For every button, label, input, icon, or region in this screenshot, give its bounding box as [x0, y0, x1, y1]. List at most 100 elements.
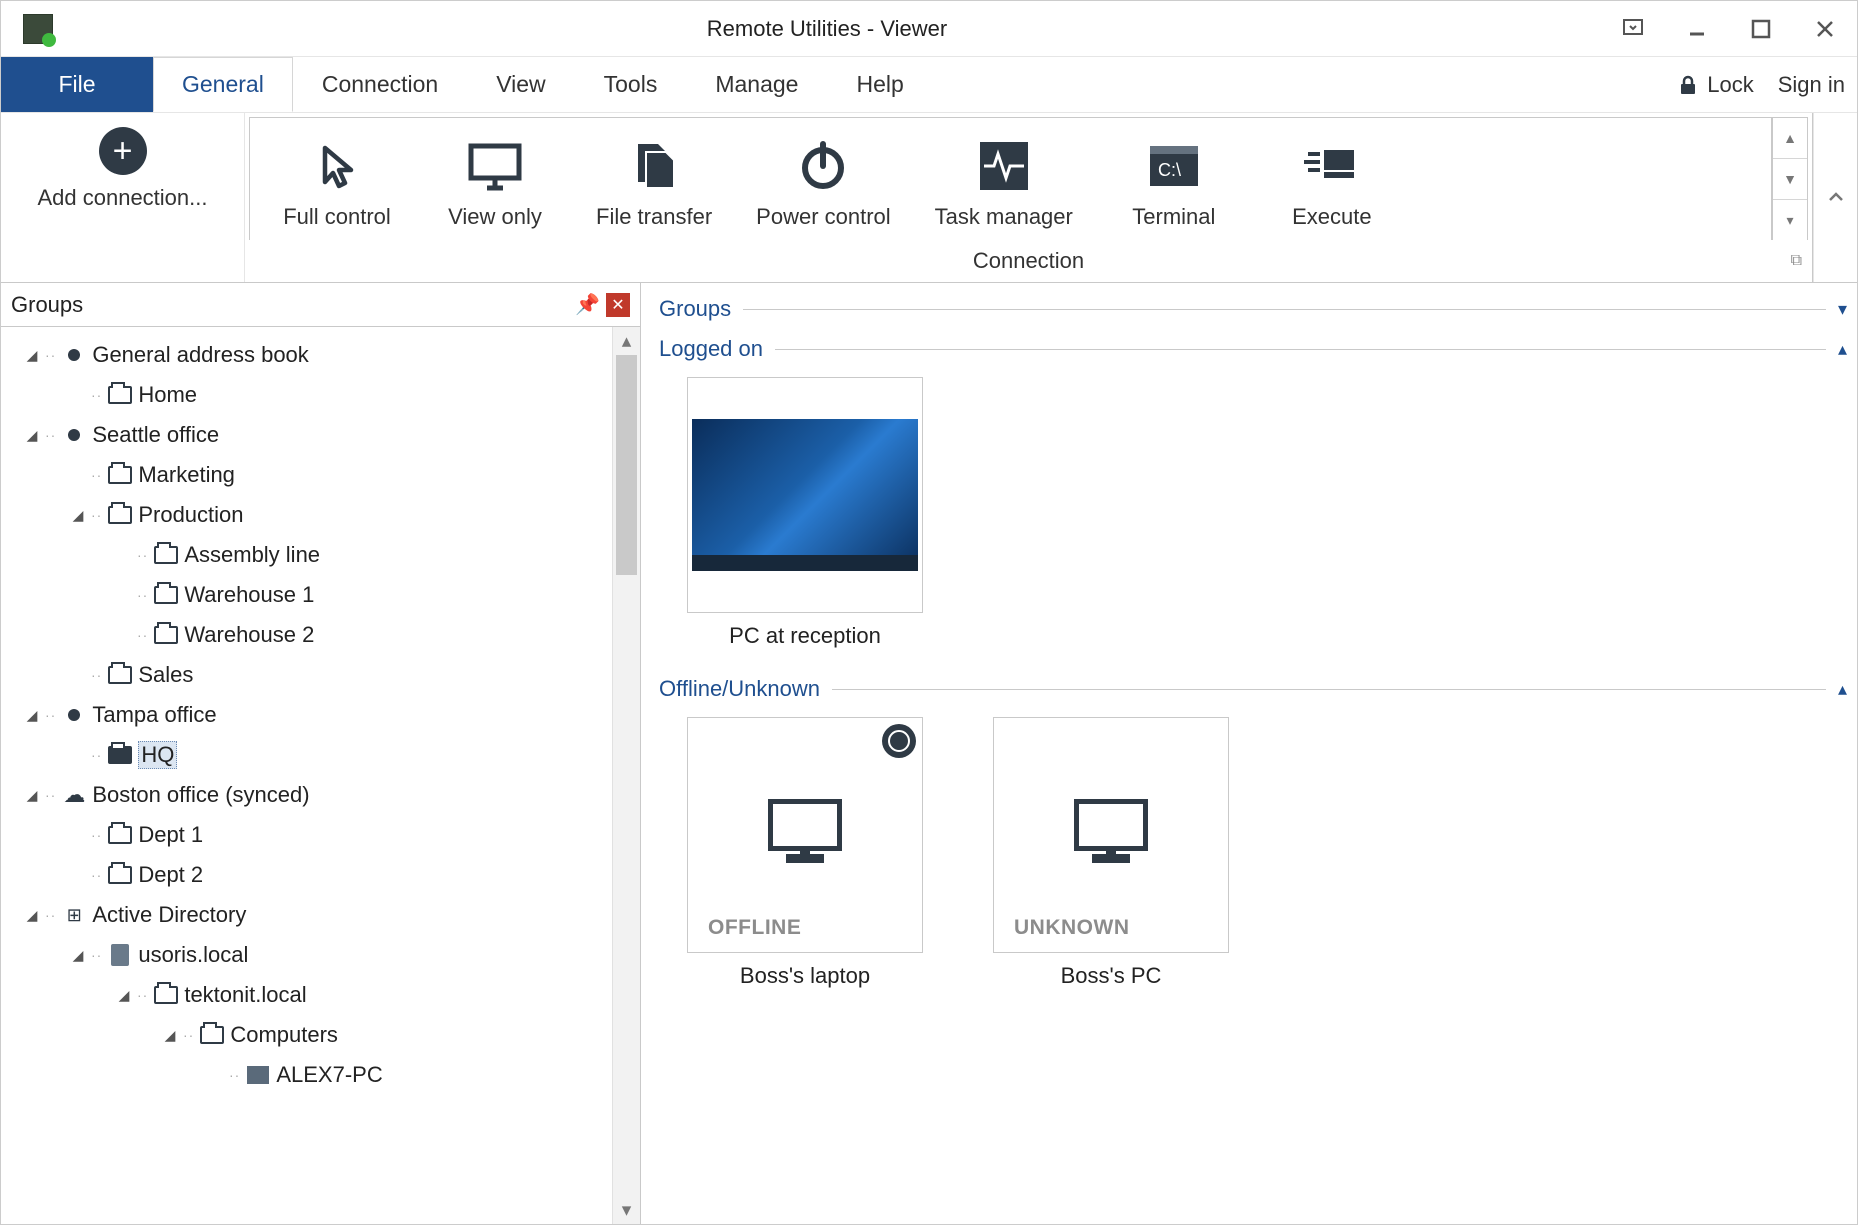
signin-button[interactable]: Sign in	[1766, 57, 1857, 112]
tray-button[interactable]	[1601, 1, 1665, 57]
tree-node-label: Warehouse 1	[184, 582, 314, 607]
pc-icon	[244, 1066, 272, 1084]
ribbon-scroll-down[interactable]: ▼	[1773, 159, 1807, 200]
power-icon	[795, 128, 851, 204]
tree-node[interactable]: ◢··Production	[9, 495, 640, 535]
power-control-button[interactable]: Power control	[738, 128, 909, 230]
tree-node-label: Home	[138, 382, 197, 407]
expand-toggle-icon[interactable]: ◢	[69, 507, 87, 524]
connection-tile[interactable]: OFFLINEBoss's laptop	[687, 717, 923, 989]
tab-tools[interactable]: Tools	[575, 57, 687, 112]
tree-node-label: Dept 2	[138, 862, 203, 887]
tree-node[interactable]: ◢··tektonit.local	[9, 975, 640, 1015]
expand-toggle-icon[interactable]: ◢	[23, 427, 41, 444]
connection-tile[interactable]: PC at reception	[687, 377, 923, 649]
folder-icon	[152, 986, 180, 1004]
tree-node[interactable]: ··Dept 2	[9, 855, 640, 895]
expand-toggle-icon[interactable]: ◢	[115, 987, 133, 1004]
chevron-down-icon: ▾	[1838, 299, 1847, 320]
tree-scrollbar[interactable]: ▴ ▾	[612, 327, 640, 1224]
folder-icon	[152, 586, 180, 604]
tree-node[interactable]: ◢··Computers	[9, 1015, 640, 1055]
terminal-button[interactable]: C:\Terminal	[1099, 128, 1249, 230]
tree-node[interactable]: ··Home	[9, 375, 640, 415]
window-title: Remote Utilities - Viewer	[53, 16, 1601, 42]
section-header-offline[interactable]: Offline/Unknown▴	[659, 669, 1847, 709]
folder-icon	[106, 826, 134, 844]
minimize-button[interactable]	[1665, 1, 1729, 57]
expand-toggle-icon[interactable]: ◢	[161, 1027, 179, 1044]
ribbon-scroll-more[interactable]: ▾	[1773, 200, 1807, 240]
tree-node[interactable]: ◢··General address book	[9, 335, 640, 375]
bullet-icon	[60, 349, 88, 361]
ribbon-collapse-button[interactable]	[1813, 113, 1857, 282]
expand-toggle-icon[interactable]: ◢	[69, 947, 87, 964]
lock-icon	[1677, 74, 1699, 96]
ribbon-scroll-up[interactable]: ▲	[1773, 118, 1807, 159]
tab-manage[interactable]: Manage	[686, 57, 827, 112]
task-manager-button[interactable]: Task manager	[917, 128, 1091, 230]
section-header-logged-on[interactable]: Logged on▴	[659, 329, 1847, 369]
file-tab[interactable]: File	[1, 57, 153, 112]
lock-button[interactable]: Lock	[1665, 57, 1765, 112]
tree-node[interactable]: ◢··Seattle office	[9, 415, 640, 455]
tree-node-label: usoris.local	[138, 942, 248, 967]
expand-toggle-icon[interactable]: ◢	[23, 707, 41, 724]
tree-node[interactable]: ··ALEX7-PC	[9, 1055, 640, 1095]
chevron-up-icon: ▴	[1838, 679, 1847, 700]
tree-node-label: Active Directory	[92, 902, 246, 927]
tree-node[interactable]: ··HQ	[9, 735, 640, 775]
add-connection-button[interactable]: + Add connection...	[1, 113, 245, 282]
tree-node-label: Computers	[230, 1022, 338, 1047]
titlebar: Remote Utilities - Viewer	[1, 1, 1857, 57]
ad-icon: ⊞	[60, 905, 88, 926]
status-label: UNKNOWN	[1014, 916, 1129, 940]
tree-node-label: Dept 1	[138, 822, 203, 847]
tree-node[interactable]: ··Assembly line	[9, 535, 640, 575]
terminal-icon: C:\	[1146, 128, 1202, 204]
expand-toggle-icon[interactable]: ◢	[23, 347, 41, 364]
tree-node[interactable]: ◢··☁Boston office (synced)	[9, 775, 640, 815]
tree-node-label: HQ	[141, 742, 174, 767]
tree-node[interactable]: ··Warehouse 2	[9, 615, 640, 655]
file-transfer-button[interactable]: File transfer	[578, 128, 730, 230]
ribbon: + Add connection... Full controlView onl…	[1, 113, 1857, 283]
tab-connection[interactable]: Connection	[293, 57, 467, 112]
tree-node-label: tektonit.local	[184, 982, 306, 1007]
tree-node[interactable]: ··Marketing	[9, 455, 640, 495]
ribbon-popout-icon[interactable]: ⧉	[1791, 252, 1802, 270]
tree-node-label: Tampa office	[92, 702, 216, 727]
tree-node[interactable]: ··Dept 1	[9, 815, 640, 855]
pin-icon[interactable]: 📌	[569, 292, 606, 317]
folder-icon	[106, 386, 134, 404]
tree-node-label: Warehouse 2	[184, 622, 314, 647]
connection-tile[interactable]: UNKNOWNBoss's PC	[993, 717, 1229, 989]
monitor-icon	[1074, 799, 1148, 851]
tab-general[interactable]: General	[153, 57, 293, 112]
tree-node[interactable]: ··Warehouse 1	[9, 575, 640, 615]
ribbon-group-caption: Connection ⧉	[245, 240, 1812, 282]
close-button[interactable]	[1793, 1, 1857, 57]
folder-icon	[152, 546, 180, 564]
tree-node[interactable]: ◢··Tampa office	[9, 695, 640, 735]
server-icon	[106, 944, 134, 966]
section-header-groups[interactable]: Groups▾	[659, 289, 1847, 329]
full-control-button[interactable]: Full control	[262, 128, 412, 230]
view-only-button[interactable]: View only	[420, 128, 570, 230]
monitor-icon	[768, 799, 842, 851]
execute-button[interactable]: Execute	[1257, 128, 1407, 230]
tab-help[interactable]: Help	[827, 57, 932, 112]
folder-icon	[106, 466, 134, 484]
sidebar-close-button[interactable]: ✕	[606, 293, 630, 317]
expand-toggle-icon[interactable]: ◢	[23, 907, 41, 924]
tab-view[interactable]: View	[467, 57, 574, 112]
chevron-up-icon: ▴	[1838, 339, 1847, 360]
tree-node[interactable]: ··Sales	[9, 655, 640, 695]
folder-icon	[106, 506, 134, 524]
tree-node[interactable]: ◢··usoris.local	[9, 935, 640, 975]
tree-node[interactable]: ◢··⊞Active Directory	[9, 895, 640, 935]
maximize-button[interactable]	[1729, 1, 1793, 57]
cloud-icon: ☁	[60, 784, 88, 806]
expand-toggle-icon[interactable]: ◢	[23, 787, 41, 804]
sidebar-header: Groups 📌 ✕	[1, 283, 640, 327]
